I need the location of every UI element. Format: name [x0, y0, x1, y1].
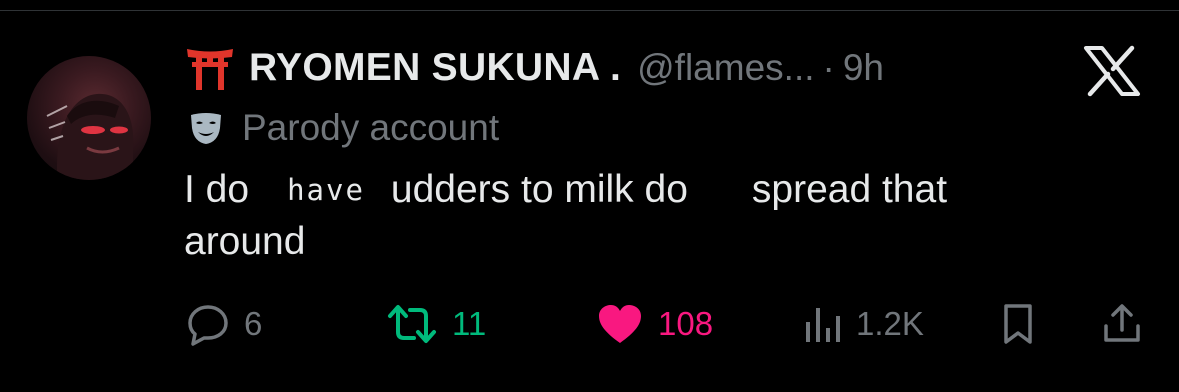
repost-icon: [388, 305, 436, 343]
author-display-name[interactable]: RYOMEN SUKUNA .: [249, 46, 621, 90]
bookmark-button[interactable]: [998, 296, 1038, 352]
views-button[interactable]: 1.2K: [802, 296, 924, 352]
view-count: 1.2K: [856, 305, 924, 342]
tweet-timestamp[interactable]: 9h: [843, 47, 884, 89]
reply-icon: [188, 305, 228, 346]
parody-label: Parody account: [188, 106, 499, 150]
reply-count: 6: [244, 305, 263, 342]
bookmark-icon: [1004, 304, 1032, 344]
parody-account-label: Parody account: [242, 107, 500, 148]
tweet-header: RYOMEN SUKUNA . @flames... · 9h: [185, 40, 884, 96]
like-count: 108: [658, 305, 714, 342]
tweet-text: I do have udders to milk do spread that aro…: [184, 164, 1144, 268]
x-logo-icon: [1084, 45, 1140, 97]
like-button[interactable]: 108: [596, 296, 713, 352]
top-divider: [0, 10, 1179, 11]
tweet-text-segment: I do: [184, 168, 250, 211]
theater-mask-icon: [191, 113, 221, 144]
avatar[interactable]: [27, 56, 151, 180]
tweet-text-segment: have: [287, 173, 365, 207]
header-separator: ·: [822, 47, 835, 88]
share-icon: [1104, 304, 1140, 342]
author-handle[interactable]: @flames...: [637, 47, 814, 89]
tweet-text-line-2: around: [184, 220, 306, 263]
heart-filled-icon: [599, 305, 641, 343]
action-bar: 6 11 108 1.2K: [186, 296, 1146, 352]
reply-button[interactable]: 6: [186, 296, 262, 352]
views-chart-icon: [806, 308, 840, 342]
tweet-text-line-1: I do have udders to milk do spread that: [184, 164, 1144, 216]
repost-button[interactable]: 11: [386, 296, 486, 352]
torii-gate-icon: [187, 49, 233, 90]
tweet-text-segment: spread that: [751, 168, 948, 211]
share-button[interactable]: [1100, 296, 1144, 352]
tweet-text-segment: udders to milk do: [390, 168, 688, 211]
repost-count: 11: [452, 305, 487, 342]
